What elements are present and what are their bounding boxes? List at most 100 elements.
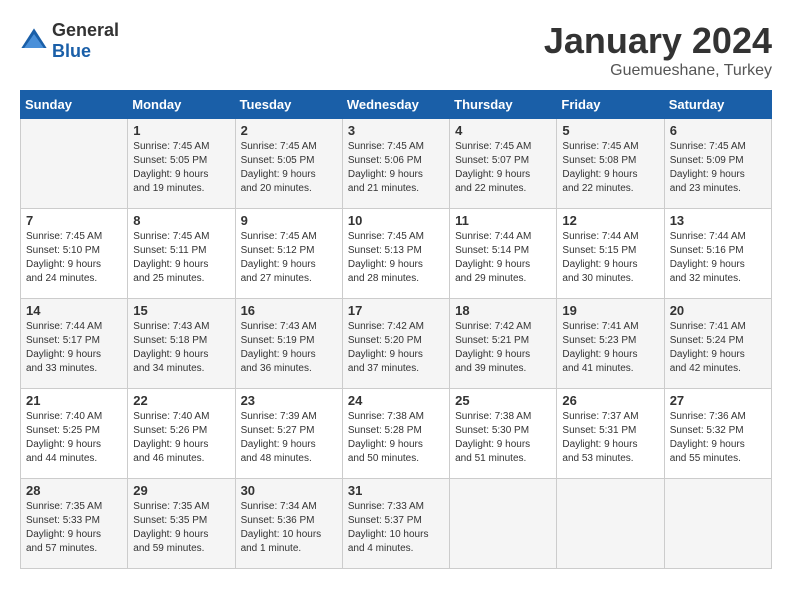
day-info: Sunrise: 7:41 AMSunset: 5:23 PMDaylight:… [562,320,658,376]
week-row-5: 28 Sunrise: 7:35 AMSunset: 5:33 PMDayligh… [21,479,772,569]
logo-icon [20,27,48,55]
day-info: Sunrise: 7:44 AMSunset: 5:15 PMDaylight:… [562,230,658,286]
calendar-cell: 1Sunrise: 7:45 AMSunset: 5:05 PMDaylight… [128,119,235,209]
calendar-cell: 2 Sunrise: 7:45 AMSunset: 5:05 PMDaylight… [235,119,342,209]
day-header-wednesday: Wednesday [342,91,449,119]
calendar-cell: 16 Sunrise: 7:43 AMSunset: 5:19 PMDayligh… [235,299,342,389]
day-number: 6 [670,123,766,138]
day-info: Sunrise: 7:36 AMSunset: 5:32 PMDaylight:… [670,410,766,466]
calendar-cell: 30 Sunrise: 7:34 AMSunset: 5:36 PMDayligh… [235,479,342,569]
calendar-cell: 29Sunrise: 7:35 AMSunset: 5:35 PMDayligh… [128,479,235,569]
day-number: 3 [348,123,444,138]
day-info: Sunrise: 7:40 AMSunset: 5:26 PMDaylight:… [133,410,229,466]
day-info: Sunrise: 7:34 AMSunset: 5:36 PMDaylight:… [241,500,337,556]
day-number: 26 [562,393,658,408]
day-header-thursday: Thursday [450,91,557,119]
calendar-cell [557,479,664,569]
day-info: Sunrise: 7:41 AMSunset: 5:24 PMDaylight:… [670,320,766,376]
calendar-cell: 25 Sunrise: 7:38 AMSunset: 5:30 PMDayligh… [450,389,557,479]
day-number: 1 [133,123,229,138]
calendar-table: SundayMondayTuesdayWednesdayThursdayFrid… [20,90,772,569]
week-row-1: 1 Sunrise: 7:45 AMSunset: 5:05 PMDaylight… [21,119,772,209]
logo-text: General Blue [52,20,119,62]
day-number: 13 [670,213,766,228]
day-info: Sunrise: 7:43 AMSunset: 5:19 PMDaylight:… [241,320,337,376]
day-header-tuesday: Tuesday [235,91,342,119]
calendar-location: Guemueshane, Turkey [544,62,772,80]
day-info: Sunrise: 7:45 AMSunset: 5:11 PMDaylight:… [133,230,229,286]
day-info: Sunrise: 7:35 AMSunset: 5:33 PMDaylight:… [26,500,122,556]
day-number: 30 [241,483,337,498]
day-info: Sunrise: 7:38 AMSunset: 5:30 PMDaylight:… [455,410,551,466]
day-number: 14 [26,303,122,318]
day-info: Sunrise: 7:45 AMSunset: 5:05 PMDaylight:… [241,140,337,196]
day-info: Sunrise: 7:38 AMSunset: 5:28 PMDaylight:… [348,410,444,466]
calendar-cell [450,479,557,569]
day-info: Sunrise: 7:44 AMSunset: 5:14 PMDaylight:… [455,230,551,286]
day-info: Sunrise: 7:42 AMSunset: 5:20 PMDaylight:… [348,320,444,376]
calendar-cell: 20Sunrise: 7:41 AMSunset: 5:24 PMDayligh… [664,299,771,389]
calendar-cell: 11 Sunrise: 7:44 AMSunset: 5:14 PMDayligh… [450,209,557,299]
day-number: 19 [562,303,658,318]
calendar-cell: 23 Sunrise: 7:39 AMSunset: 5:27 PMDayligh… [235,389,342,479]
day-number: 12 [562,213,658,228]
day-number: 4 [455,123,551,138]
day-info: Sunrise: 7:45 AMSunset: 5:09 PMDaylight:… [670,140,766,196]
calendar-cell: 26 Sunrise: 7:37 AMSunset: 5:31 PMDayligh… [557,389,664,479]
day-info: Sunrise: 7:45 AMSunset: 5:10 PMDaylight:… [26,230,122,286]
day-number: 16 [241,303,337,318]
day-number: 2 [241,123,337,138]
day-number: 22 [133,393,229,408]
logo: General Blue [20,20,119,62]
day-info: Sunrise: 7:37 AMSunset: 5:31 PMDaylight:… [562,410,658,466]
day-header-monday: Monday [128,91,235,119]
calendar-cell [664,479,771,569]
calendar-cell: 17 Sunrise: 7:42 AMSunset: 5:20 PMDayligh… [342,299,449,389]
week-row-4: 21Sunrise: 7:40 AMSunset: 5:25 PMDayligh… [21,389,772,479]
day-number: 11 [455,213,551,228]
day-info: Sunrise: 7:45 AMSunset: 5:13 PMDaylight:… [348,230,444,286]
calendar-cell: 13 Sunrise: 7:44 AMSunset: 5:16 PMDayligh… [664,209,771,299]
day-info: Sunrise: 7:44 AMSunset: 5:16 PMDaylight:… [670,230,766,286]
day-header-sunday: Sunday [21,91,128,119]
calendar-cell: 28 Sunrise: 7:35 AMSunset: 5:33 PMDayligh… [21,479,128,569]
calendar-cell: 10 Sunrise: 7:45 AMSunset: 5:13 PMDayligh… [342,209,449,299]
calendar-cell: 6 Sunrise: 7:45 AMSunset: 5:09 PMDaylight… [664,119,771,209]
day-number: 23 [241,393,337,408]
day-info: Sunrise: 7:44 AMSunset: 5:17 PMDaylight:… [26,320,122,376]
day-info: Sunrise: 7:33 AMSunset: 5:37 PMDaylight:… [348,500,444,556]
calendar-cell: 3 Sunrise: 7:45 AMSunset: 5:06 PMDaylight… [342,119,449,209]
week-row-2: 7Sunrise: 7:45 AMSunset: 5:10 PMDaylight… [21,209,772,299]
week-row-3: 14 Sunrise: 7:44 AMSunset: 5:17 PMDayligh… [21,299,772,389]
calendar-cell: 15Sunrise: 7:43 AMSunset: 5:18 PMDayligh… [128,299,235,389]
day-number: 27 [670,393,766,408]
day-number: 18 [455,303,551,318]
calendar-cell: 21Sunrise: 7:40 AMSunset: 5:25 PMDayligh… [21,389,128,479]
days-header-row: SundayMondayTuesdayWednesdayThursdayFrid… [21,91,772,119]
day-number: 8 [133,213,229,228]
day-number: 5 [562,123,658,138]
day-number: 9 [241,213,337,228]
day-info: Sunrise: 7:45 AMSunset: 5:06 PMDaylight:… [348,140,444,196]
calendar-cell: 4 Sunrise: 7:45 AMSunset: 5:07 PMDaylight… [450,119,557,209]
day-number: 31 [348,483,444,498]
day-number: 24 [348,393,444,408]
day-number: 17 [348,303,444,318]
day-info: Sunrise: 7:42 AMSunset: 5:21 PMDaylight:… [455,320,551,376]
calendar-cell: 12 Sunrise: 7:44 AMSunset: 5:15 PMDayligh… [557,209,664,299]
day-number: 25 [455,393,551,408]
calendar-cell: 27 Sunrise: 7:36 AMSunset: 5:32 PMDayligh… [664,389,771,479]
calendar-cell: 22 Sunrise: 7:40 AMSunset: 5:26 PMDayligh… [128,389,235,479]
page-header: General Blue January 2024 Guemueshane, T… [20,20,772,80]
calendar-cell: 19 Sunrise: 7:41 AMSunset: 5:23 PMDayligh… [557,299,664,389]
day-number: 10 [348,213,444,228]
day-header-saturday: Saturday [664,91,771,119]
calendar-cell: 31 Sunrise: 7:33 AMSunset: 5:37 PMDayligh… [342,479,449,569]
day-number: 28 [26,483,122,498]
logo-blue: Blue [52,41,91,61]
day-info: Sunrise: 7:45 AMSunset: 5:07 PMDaylight:… [455,140,551,196]
day-info: Sunrise: 7:45 AMSunset: 5:08 PMDaylight:… [562,140,658,196]
day-info: Sunrise: 7:39 AMSunset: 5:27 PMDaylight:… [241,410,337,466]
calendar-title: January 2024 [544,20,772,62]
calendar-cell: 8 Sunrise: 7:45 AMSunset: 5:11 PMDaylight… [128,209,235,299]
